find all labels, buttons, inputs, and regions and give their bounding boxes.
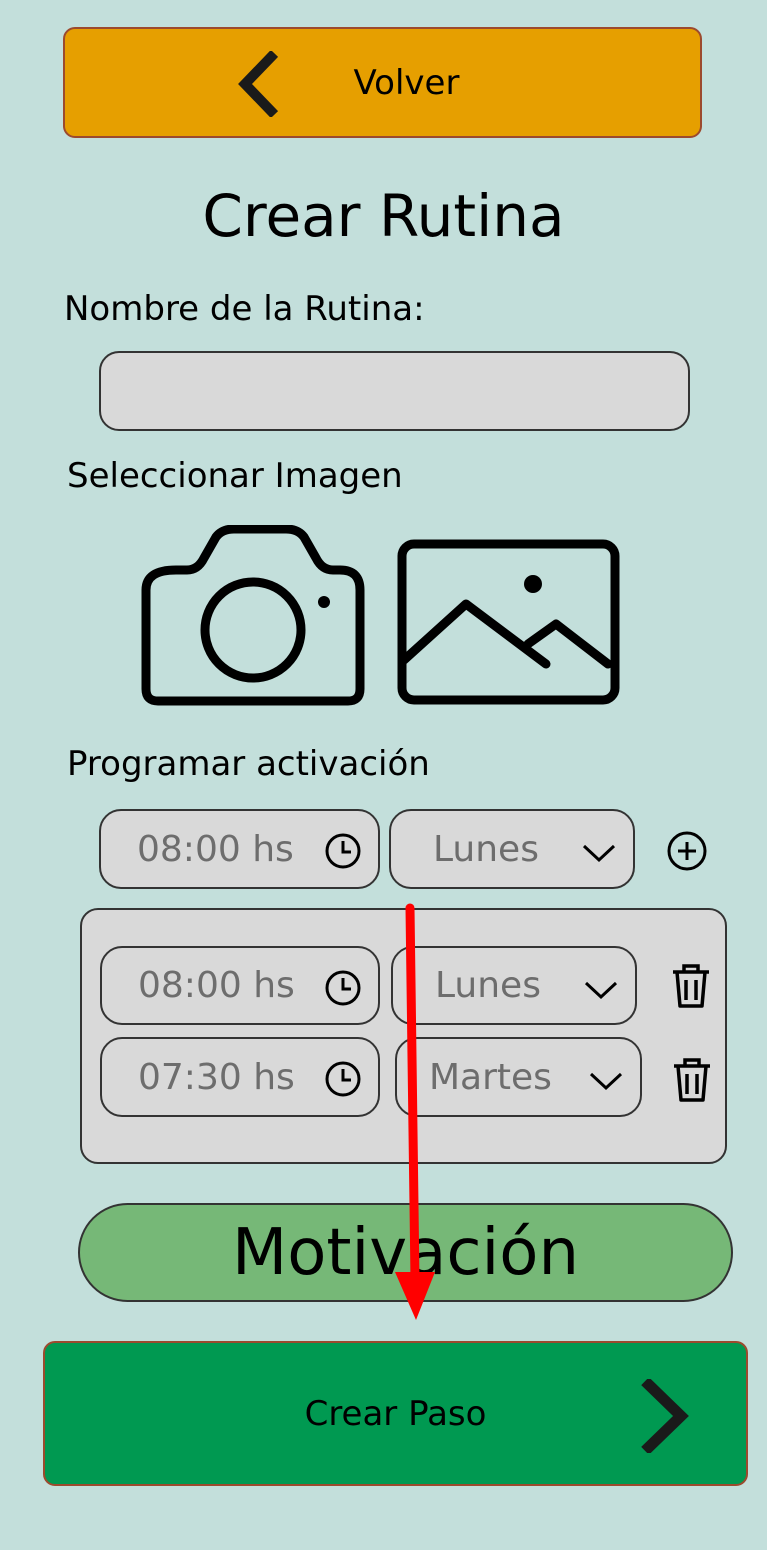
- chevron-down-icon: [582, 844, 616, 863]
- image-gallery-icon[interactable]: [396, 538, 621, 706]
- schedule-entry-day[interactable]: Martes: [395, 1037, 642, 1117]
- schedule-entry-day-value: Lunes: [435, 965, 541, 1006]
- chevron-right-icon: [641, 1379, 689, 1453]
- schedule-entry-time[interactable]: 08:00 hs: [100, 946, 380, 1025]
- trash-icon[interactable]: [671, 1056, 713, 1104]
- schedule-entry-day[interactable]: Lunes: [391, 946, 637, 1025]
- routine-name-input[interactable]: [99, 351, 690, 431]
- trash-icon[interactable]: [670, 962, 712, 1010]
- new-time-field[interactable]: 08:00 hs: [99, 809, 380, 889]
- clock-icon: [325, 1061, 361, 1097]
- motivation-label: Motivación: [231, 1215, 580, 1290]
- new-time-value: 08:00 hs: [137, 828, 294, 870]
- motivation-button[interactable]: Motivación: [78, 1203, 733, 1302]
- clock-icon: [325, 833, 361, 869]
- add-schedule-icon[interactable]: [665, 829, 709, 873]
- new-day-select[interactable]: Lunes: [389, 809, 635, 889]
- clock-icon: [325, 970, 361, 1006]
- schedule-entry-time[interactable]: 07:30 hs: [100, 1037, 380, 1117]
- page-title: Crear Rutina: [202, 182, 565, 250]
- back-button-label: Volver: [353, 62, 460, 103]
- select-image-label: Seleccionar Imagen: [67, 456, 403, 496]
- chevron-down-icon: [589, 1072, 623, 1091]
- camera-icon[interactable]: [140, 525, 366, 707]
- chevron-down-icon: [584, 981, 618, 1000]
- schedule-entry-time-value: 08:00 hs: [138, 965, 295, 1006]
- new-day-value: Lunes: [433, 828, 539, 870]
- create-step-button[interactable]: Crear Paso: [43, 1341, 748, 1486]
- schedule-label: Programar activación: [67, 744, 430, 784]
- routine-name-label: Nombre de la Rutina:: [64, 289, 425, 329]
- back-button[interactable]: Volver: [63, 27, 702, 138]
- schedule-entry-time-value: 07:30 hs: [138, 1056, 295, 1098]
- schedule-entry-day-value: Martes: [429, 1056, 552, 1098]
